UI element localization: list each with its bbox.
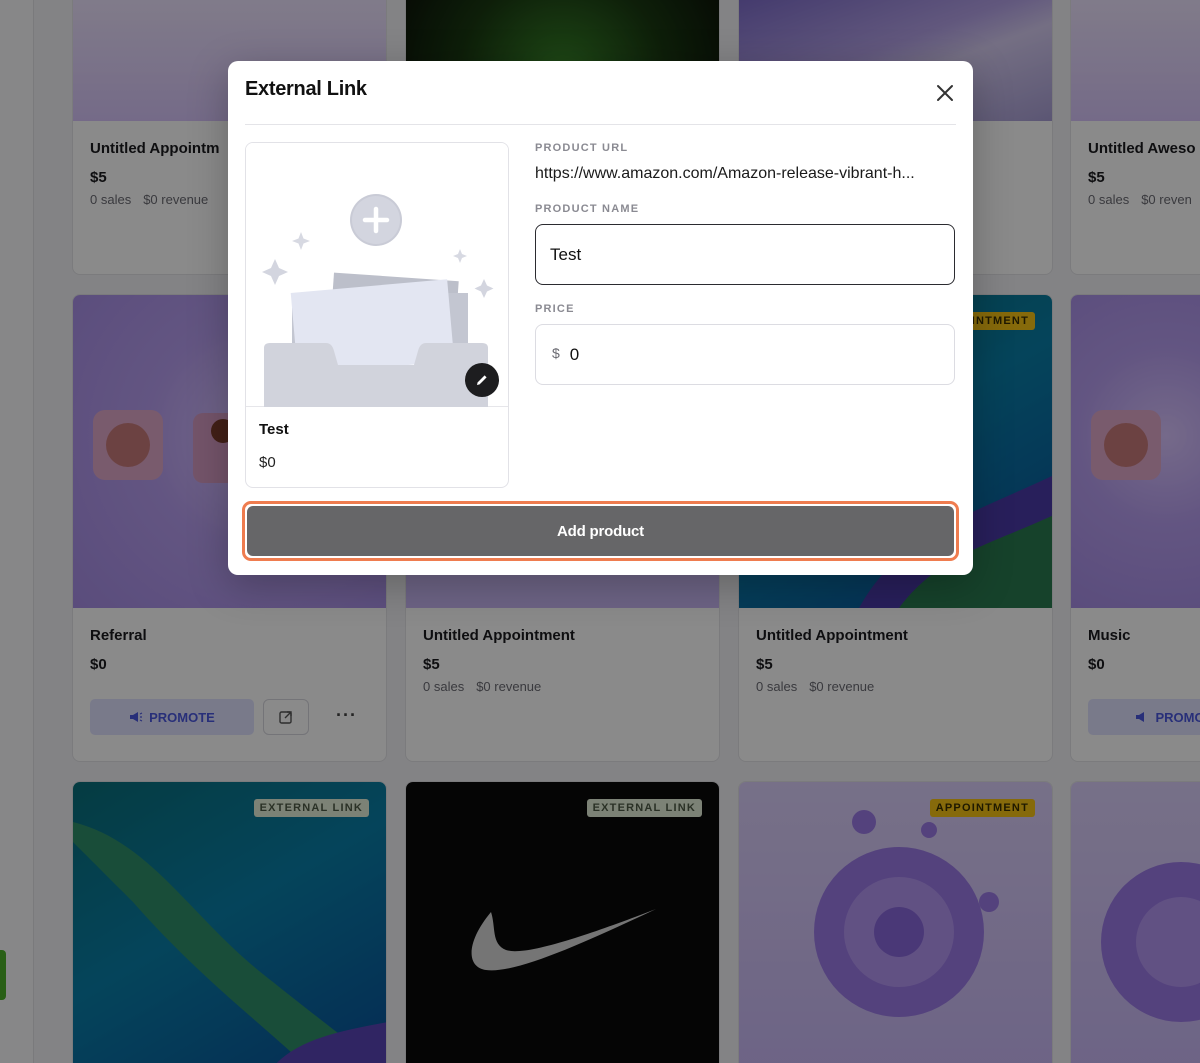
preview-product-price: $0 — [259, 454, 276, 471]
price-label: PRICE — [535, 303, 575, 315]
product-image-placeholder[interactable] — [246, 143, 508, 407]
external-link-modal: External Link Test $0 PRODUCT URL https:… — [228, 61, 973, 575]
product-preview-card: Test $0 — [245, 142, 509, 488]
product-url-value: https://www.amazon.com/Amazon-release-vi… — [535, 165, 915, 182]
price-input[interactable]: $ 0 — [535, 324, 955, 385]
modal-title: External Link — [245, 78, 367, 100]
close-icon[interactable] — [935, 83, 955, 103]
pencil-icon — [477, 375, 487, 385]
price-value: 0 — [569, 344, 580, 364]
preview-product-name: Test — [259, 421, 289, 438]
divider — [245, 124, 956, 125]
product-url-label: PRODUCT URL — [535, 142, 629, 154]
add-product-button[interactable]: Add product — [247, 506, 954, 556]
product-name-label: PRODUCT NAME — [535, 203, 640, 215]
add-product-focus-ring: Add product — [242, 501, 959, 561]
product-name-value: Test — [550, 244, 582, 264]
edit-image-button[interactable] — [465, 363, 499, 397]
currency-symbol: $ — [552, 344, 560, 361]
product-name-input[interactable]: Test — [535, 224, 955, 285]
